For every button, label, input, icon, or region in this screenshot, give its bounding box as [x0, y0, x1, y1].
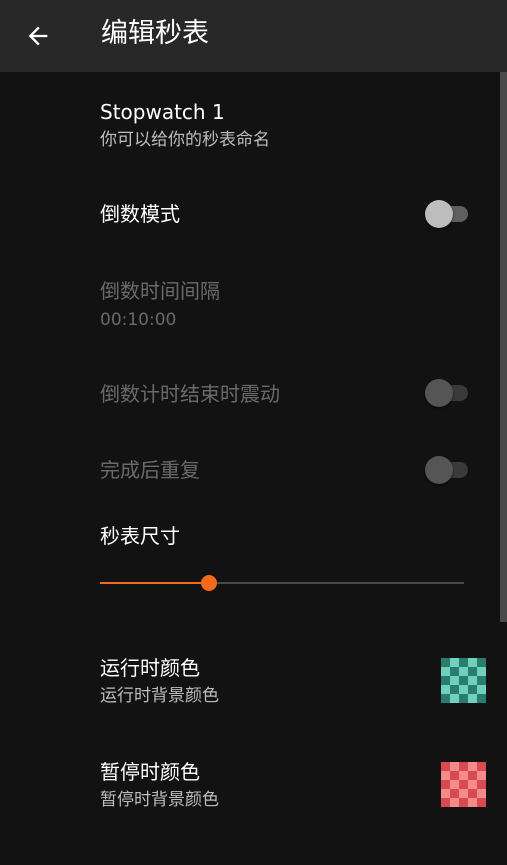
pref-title: 倒数时间间隔 — [100, 279, 220, 303]
pref-title: 完成后重复 — [100, 458, 200, 482]
countdown-interval-pref[interactable]: 倒数时间间隔 00:10:00 — [0, 267, 500, 347]
stopwatch-size-slider[interactable] — [100, 571, 464, 595]
paused-color-pref[interactable]: 暂停时颜色 暂停时背景颜色 — [0, 746, 500, 826]
vibrate-on-end-toggle[interactable] — [424, 378, 470, 408]
stopwatch-name-pref[interactable]: Stopwatch 1 你可以给你的秒表命名 — [0, 72, 500, 160]
pref-title: 暂停时颜色 — [100, 760, 200, 784]
back-button[interactable] — [14, 12, 62, 60]
running-color-swatch[interactable] — [441, 658, 486, 703]
running-color-pref[interactable]: 运行时颜色 运行时背景颜色 — [0, 642, 500, 722]
pref-subtitle: 运行时背景颜色 — [100, 686, 219, 706]
pref-subtitle: 暂停时背景颜色 — [100, 790, 219, 810]
paused-color-swatch[interactable] — [441, 762, 486, 807]
pref-title: 秒表尺寸 — [100, 524, 180, 548]
pref-title: 倒数计时结束时震动 — [100, 382, 280, 406]
repeat-on-finish-toggle[interactable] — [424, 455, 470, 485]
arrow-left-icon — [28, 26, 48, 46]
countdown-mode-toggle[interactable] — [424, 199, 470, 229]
slider-thumb[interactable] — [201, 575, 217, 591]
pref-subtitle: 00:10:00 — [100, 310, 177, 330]
settings-list: Stopwatch 1 你可以给你的秒表命名 倒数模式 倒数时间间隔 00:10… — [0, 72, 500, 865]
pref-subtitle: 你可以给你的秒表命名 — [100, 130, 270, 150]
countdown-mode-pref[interactable]: 倒数模式 — [0, 182, 500, 246]
pref-title: Stopwatch 1 — [100, 100, 225, 124]
repeat-on-finish-pref[interactable]: 完成后重复 — [0, 438, 500, 502]
pref-title: 运行时颜色 — [100, 656, 200, 680]
toggle-thumb — [425, 379, 453, 407]
toggle-thumb — [425, 200, 453, 228]
pref-title: 倒数模式 — [100, 202, 180, 226]
page-title: 编辑秒表 — [101, 18, 209, 49]
toggle-thumb — [425, 456, 453, 484]
app-bar: 编辑秒表 — [0, 0, 507, 72]
vibrate-on-end-pref[interactable]: 倒数计时结束时震动 — [0, 362, 500, 426]
scrollbar[interactable] — [500, 72, 507, 622]
slider-fill — [100, 582, 209, 584]
